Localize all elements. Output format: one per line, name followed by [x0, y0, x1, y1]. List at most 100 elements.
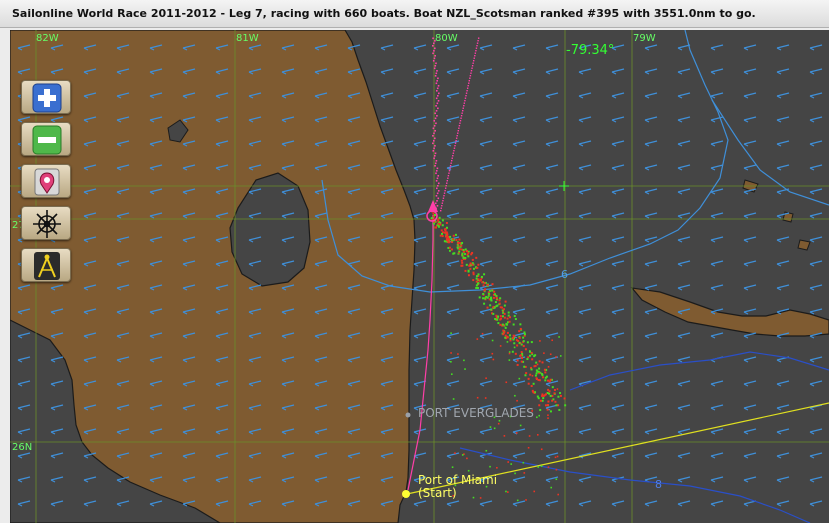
fleet-boat-dot [564, 404, 567, 407]
fleet-trail-dot [468, 80, 470, 82]
fleet-boat-dot [538, 404, 541, 407]
wind-arrow-head [611, 359, 617, 363]
fleet-boat-dot [503, 304, 506, 307]
wind-arrow-shaft [710, 284, 724, 289]
fleet-trail-dot [433, 155, 436, 157]
helm-button[interactable] [21, 206, 71, 240]
wind-arrow-head [578, 191, 584, 195]
wind-arrow [545, 260, 559, 267]
wind-arrow-shaft [611, 284, 625, 289]
wind-arrow-shaft [644, 116, 658, 121]
ship-wheel-icon [33, 210, 61, 238]
fleet-boat-dot [522, 340, 525, 343]
wind-arrow-head [446, 287, 452, 291]
wind-arrow-head [446, 311, 452, 315]
wind-arrow-shaft [413, 92, 427, 97]
wind-arrow [677, 212, 691, 219]
race-map[interactable]: 82W 81W 80W 79W 27N 26N -79.34° 6 8 PORT… [10, 30, 829, 523]
window-title: Sailonline World Race 2011-2012 - Leg 7,… [12, 7, 756, 20]
wind-arrow [578, 188, 592, 195]
wind-arrow-shaft [776, 284, 790, 289]
center-boat-button[interactable] [21, 164, 71, 198]
wind-arrow-head [578, 311, 584, 315]
fleet-trail-dot [433, 125, 436, 127]
fleet-boat-dot [450, 248, 453, 251]
wind-arrow-head [776, 407, 782, 411]
fleet-boat-dot [529, 350, 531, 352]
wind-arrow-shaft [776, 92, 790, 97]
wind-arrow-head [578, 503, 584, 507]
wind-arrow-head [743, 215, 749, 219]
fleet-trail-dot [444, 190, 446, 192]
fleet-trail-dot [432, 142, 434, 145]
zoom-in-button[interactable] [21, 80, 71, 114]
wind-arrow-head [710, 263, 716, 267]
wind-arrow-head [545, 311, 551, 315]
fleet-boat-dot [513, 346, 516, 349]
fleet-boat-dot [531, 358, 534, 361]
fleet-boat-dot [457, 353, 459, 355]
wind-arrow-head [644, 335, 650, 339]
wind-arrow [611, 428, 625, 435]
fleet-boat-dot [461, 454, 464, 456]
fleet-boat-dot [451, 466, 454, 469]
fleet-boat-dot [480, 275, 483, 278]
wind-arrow [479, 116, 493, 123]
fleet-trail-dot [451, 157, 453, 159]
wind-arrow-shaft [809, 164, 823, 169]
wind-arrow-head [776, 431, 782, 435]
wind-arrow-head [413, 191, 419, 195]
wind-arrow-shaft [809, 356, 823, 361]
fleet-boat-dot [538, 360, 541, 363]
wind-arrow [578, 164, 592, 171]
wind-arrow [743, 380, 757, 387]
wind-arrow [776, 380, 790, 387]
wind-arrow-shaft [413, 356, 427, 361]
fleet-trail-dot [437, 190, 440, 192]
wind-arrow [710, 428, 724, 435]
contour-label-8: 8 [655, 478, 662, 491]
fleet-trail-dot [434, 137, 436, 140]
wind-arrow-head [512, 191, 518, 195]
wind-arrow-shaft [578, 164, 592, 169]
wind-arrow [809, 68, 823, 75]
wind-arrow-head [545, 359, 551, 363]
wind-arrow-head [479, 263, 485, 267]
wind-arrow [413, 332, 427, 339]
fleet-boat-dot [537, 397, 540, 400]
wind-arrow [776, 428, 790, 435]
wind-arrow [413, 140, 427, 147]
start-point[interactable] [402, 490, 410, 498]
wind-arrow [545, 284, 559, 291]
fleet-trail-dot [434, 112, 437, 115]
wind-arrow-shaft [677, 404, 691, 409]
wind-arrow-head [380, 71, 386, 75]
fleet-boat-dot [471, 263, 474, 266]
fleet-trail-dot [450, 162, 452, 164]
wind-arrow-head [644, 71, 650, 75]
fleet-trail-dot [436, 205, 439, 207]
wind-arrow-head [809, 215, 815, 219]
fleet-boat-dot [526, 341, 529, 344]
cursor-longitude-readout: -79.34° [566, 43, 615, 58]
wind-arrow-head [809, 407, 815, 411]
measure-button[interactable] [21, 248, 71, 282]
wind-arrow-head [578, 359, 584, 363]
wind-arrow [677, 44, 691, 51]
wind-arrow-shaft [677, 188, 691, 193]
fleet-trail-dot [434, 130, 436, 132]
fleet-trail-dot [434, 165, 436, 167]
wind-arrow [479, 68, 493, 75]
fleet-boat-dot [507, 311, 510, 314]
zoom-out-button[interactable] [21, 122, 71, 156]
wind-arrow-head [512, 167, 518, 171]
fleet-trail-dot [473, 60, 475, 62]
wind-arrow-shaft [479, 356, 493, 361]
wind-arrow-shaft [677, 116, 691, 121]
wind-arrow [743, 332, 757, 339]
wind-arrow [776, 476, 790, 483]
fleet-boat-dot [499, 345, 502, 347]
wind-arrow-head [776, 215, 782, 219]
fleet-boat-dot [510, 463, 513, 465]
map-canvas[interactable] [10, 30, 829, 523]
